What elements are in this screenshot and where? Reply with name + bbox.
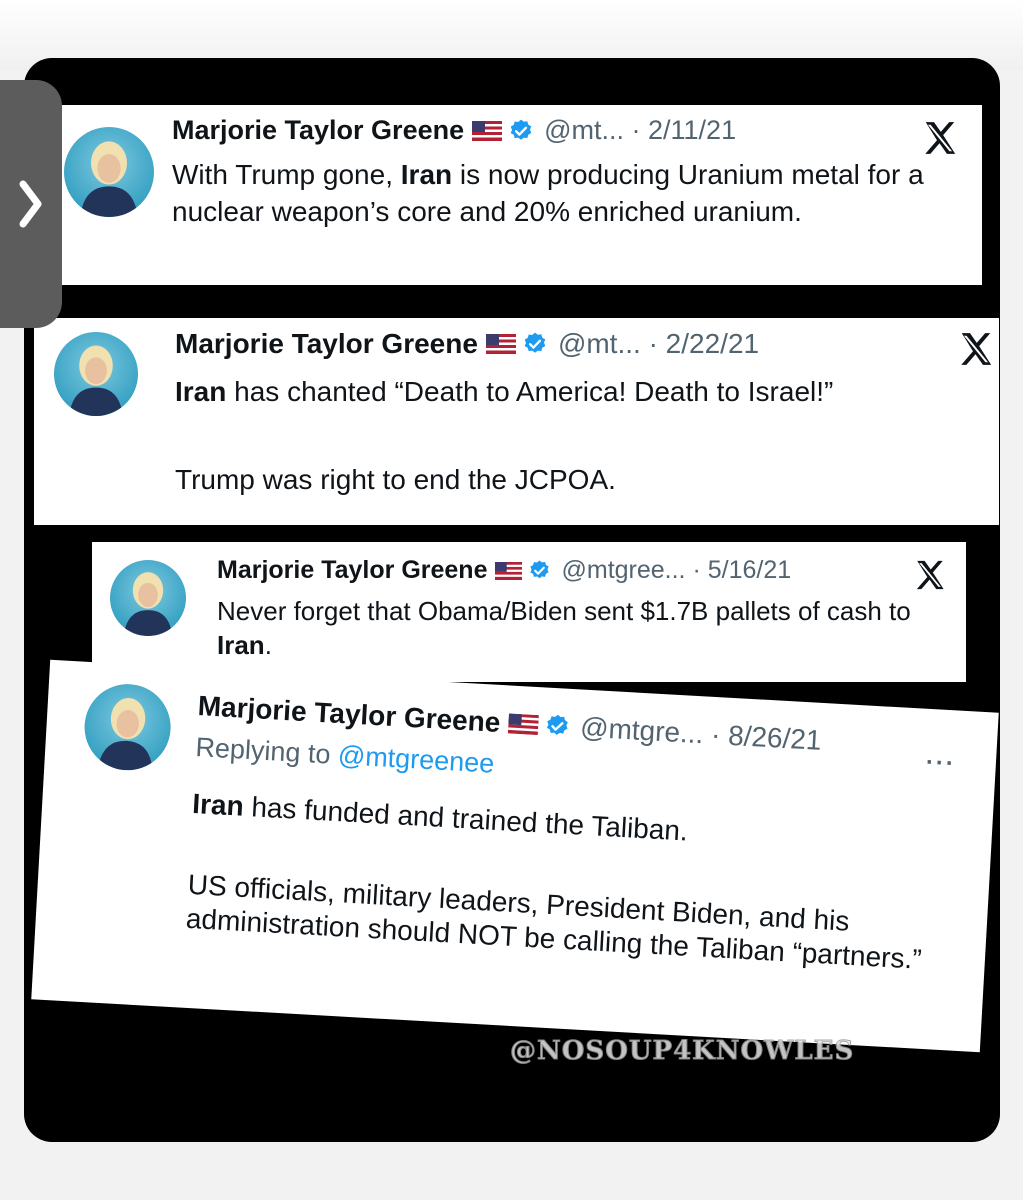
avatar bbox=[110, 560, 186, 636]
us-flag-icon bbox=[472, 120, 503, 141]
tweet-header: Marjorie Taylor Greene @mt... · 2/22/21 bbox=[175, 328, 759, 360]
chevron-right-icon bbox=[19, 180, 42, 228]
verified-badge-icon bbox=[528, 559, 551, 582]
author-name[interactable]: Marjorie Taylor Greene bbox=[217, 556, 487, 585]
verified-badge-icon bbox=[508, 118, 534, 144]
tweet-text: Never forget that Obama/Biden sent $1.7B… bbox=[217, 596, 911, 661]
next-tab-button[interactable] bbox=[0, 80, 62, 328]
tweet-card-3[interactable]: Marjorie Taylor Greene @mtgree... · 5/16… bbox=[92, 542, 966, 682]
x-logo-icon[interactable] bbox=[912, 558, 948, 597]
handle-date[interactable]: @mt... · 2/22/21 bbox=[558, 328, 759, 360]
reply-mention-link[interactable]: @mtgreenee bbox=[337, 740, 495, 779]
handle-date[interactable]: @mtgre... · 8/26/21 bbox=[579, 711, 822, 756]
verified-badge-icon bbox=[544, 712, 571, 739]
tweet-text: With Trump gone, Iran is now producing U… bbox=[172, 159, 924, 227]
us-flag-icon bbox=[495, 561, 523, 580]
author-name[interactable]: Marjorie Taylor Greene bbox=[172, 115, 464, 146]
tweet-card-1[interactable]: Marjorie Taylor Greene @mt... · 2/11/21 … bbox=[44, 105, 982, 285]
verified-badge-icon bbox=[522, 331, 548, 357]
avatar bbox=[82, 681, 173, 773]
avatar bbox=[64, 127, 154, 217]
author-name[interactable]: Marjorie Taylor Greene bbox=[175, 328, 478, 360]
tweet-header: Marjorie Taylor Greene @mt... · 2/11/21 bbox=[172, 115, 736, 146]
more-options-icon[interactable]: ··· bbox=[925, 749, 956, 779]
tweet-card-2[interactable]: Marjorie Taylor Greene @mt... · 2/22/21 … bbox=[34, 318, 999, 525]
tweet-header: Marjorie Taylor Greene @mtgree... · 5/16… bbox=[217, 556, 791, 585]
us-flag-icon bbox=[507, 713, 539, 736]
handle-date[interactable]: @mt... · 2/11/21 bbox=[544, 115, 736, 146]
tweet-text-line2: Trump was right to end the JCPOA. bbox=[175, 464, 616, 495]
tweet-card-4[interactable]: Marjorie Taylor Greene @mtgre... · 8/26/… bbox=[31, 659, 999, 1053]
tweet-text-line2: US officials, military leaders, Presiden… bbox=[185, 868, 923, 975]
tweet-text: Iran has funded and trained the Taliban. bbox=[191, 787, 689, 847]
us-flag-icon bbox=[485, 334, 516, 354]
watermark: @NOSOUP4KNOWLES bbox=[509, 1036, 855, 1067]
avatar bbox=[54, 332, 138, 416]
reply-line: Replying to @mtgreenee bbox=[194, 732, 496, 779]
tweet-text: Iran has chanted “Death to America! Deat… bbox=[175, 376, 834, 407]
x-logo-icon[interactable] bbox=[920, 119, 960, 162]
x-logo-icon[interactable] bbox=[956, 330, 996, 373]
handle-date[interactable]: @mtgree... · 5/16/21 bbox=[561, 556, 791, 585]
